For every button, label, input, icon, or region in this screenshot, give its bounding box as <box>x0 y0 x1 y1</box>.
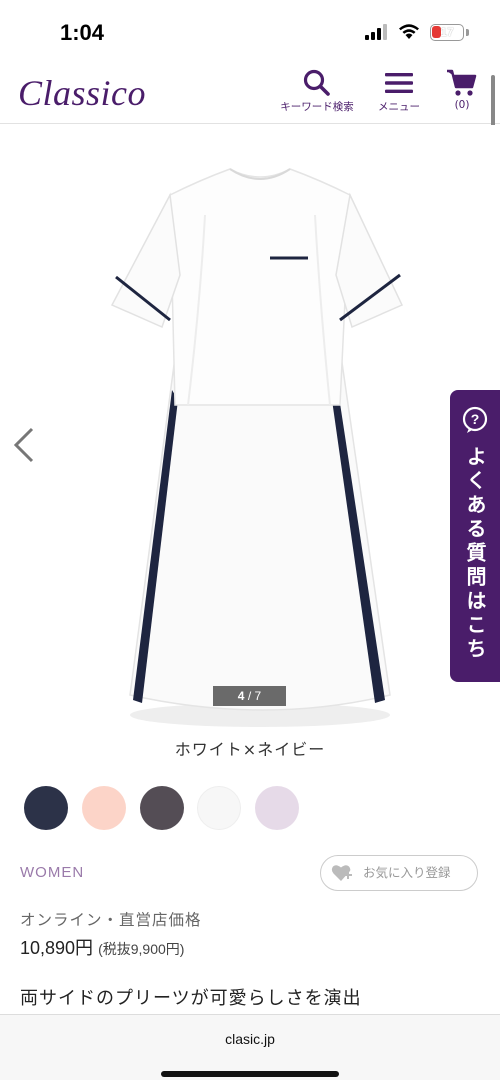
selected-color-name: ホワイト×ネイビー <box>174 740 326 759</box>
site-header: Classico キーワード検索 メニュー (0) <box>0 64 500 124</box>
faq-tab[interactable]: ? よくある質問はこちら <box>413 390 500 682</box>
gallery-pager: 4 / 7 <box>213 686 286 706</box>
swatch-white[interactable] <box>197 786 241 830</box>
swatch-charcoal[interactable] <box>140 786 184 830</box>
status-bar: 1:04 17 <box>0 0 500 64</box>
url-text[interactable]: clasic.jp <box>0 1031 500 1047</box>
menu-button[interactable]: メニュー <box>372 68 426 114</box>
faq-label: よくある質問はこちら <box>413 446 487 662</box>
chevron-left-icon[interactable] <box>10 425 40 465</box>
heart-plus-icon <box>331 865 352 881</box>
swatch-navy[interactable] <box>24 786 68 830</box>
cart-icon <box>447 69 477 96</box>
swatch-pink[interactable] <box>82 786 126 830</box>
battery-cap <box>466 29 469 36</box>
question-icon: ? <box>462 406 488 433</box>
keyword-search-button[interactable]: キーワード検索 <box>272 68 362 114</box>
cart-count: (0) <box>454 99 470 111</box>
svg-text:?: ? <box>471 411 480 427</box>
site-logo[interactable]: Classico <box>18 72 146 114</box>
battery-percent: 17 <box>440 25 454 39</box>
price-tax-excluded: (税抜9,900円) <box>98 941 185 957</box>
menu-label: メニュー <box>378 101 420 113</box>
search-icon <box>303 69 330 96</box>
keyword-search-label: キーワード検索 <box>280 101 354 113</box>
price-label: オンライン・直営店価格 <box>20 911 202 929</box>
pager-total: 7 <box>254 689 262 703</box>
battery-icon: 17 <box>430 24 464 41</box>
status-time: 1:04 <box>60 20 105 45</box>
wifi-icon <box>399 24 419 39</box>
price-value: 10,890円 <box>20 938 94 958</box>
pager-current: 4 <box>237 689 245 703</box>
product-headline: 両サイドのプリーツが可愛らしさを演出 <box>20 988 362 1009</box>
add-favorite-button[interactable]: お気に入り登録 <box>320 855 478 891</box>
signal-icon <box>365 24 387 40</box>
product-price: 10,890円 (税抜9,900円) <box>20 934 184 960</box>
home-indicator[interactable] <box>161 1071 339 1077</box>
cart-button[interactable]: (0) <box>440 68 484 111</box>
product-category[interactable]: WOMEN <box>20 864 84 881</box>
dress-image <box>110 168 404 727</box>
pager-separator: / <box>247 689 252 703</box>
add-favorite-label: お気に入り登録 <box>363 865 451 880</box>
browser-address-bar[interactable]: clasic.jp <box>0 1014 500 1080</box>
swatch-lavender[interactable] <box>255 786 299 830</box>
hamburger-icon <box>385 73 413 93</box>
product-gallery[interactable]: 4 / 7 <box>0 125 500 727</box>
